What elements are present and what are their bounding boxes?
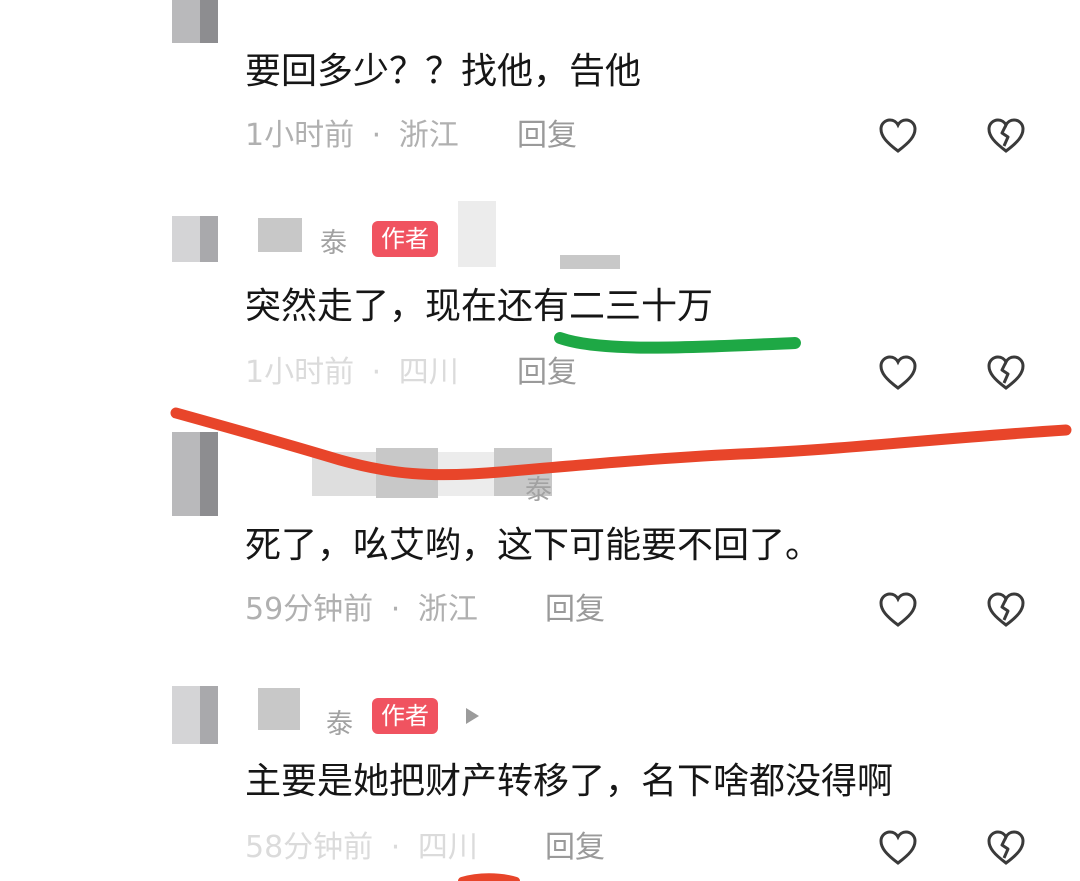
comment-text: 要回多少？？找他，告他: [245, 51, 642, 92]
username-redaction: [438, 452, 494, 496]
reply-button[interactable]: 回复: [517, 353, 577, 393]
username-redaction: [376, 448, 438, 498]
comment-text: 死了，吆艾哟，这下可能要不回了。: [245, 525, 822, 566]
reply-button[interactable]: 回复: [545, 828, 605, 868]
dislike-button[interactable]: [986, 590, 1026, 630]
comment-text: 主要是她把财产转移了，名下啥都没得啊: [245, 761, 894, 802]
broken-heart-icon: [987, 592, 1025, 627]
avatar[interactable]: [172, 432, 218, 516]
comment-item: 泰 作者 主要是她把财产转移了，名下啥都没得啊 58分钟前 · 四川 回复: [0, 670, 1080, 881]
comment-meta: 58分钟前 · 四川: [245, 828, 478, 868]
play-triangle-icon: [466, 708, 479, 724]
comment-location: 四川: [398, 355, 459, 390]
meta-separator: ·: [371, 355, 382, 390]
username-redaction: [312, 452, 376, 496]
username-redaction: [258, 218, 302, 252]
comment-meta: 59分钟前 · 浙江 回复: [245, 590, 605, 630]
broken-heart-icon: [987, 355, 1025, 390]
comment-location: 浙江: [417, 592, 478, 627]
avatar[interactable]: [172, 216, 218, 262]
comment-meta: 1小时前 · 浙江 回复: [245, 116, 577, 156]
heart-outline-icon: [879, 830, 917, 865]
dislike-button[interactable]: [986, 828, 1026, 868]
comment-text: 突然走了，现在还有二三十万: [245, 286, 714, 327]
dislike-button[interactable]: [986, 353, 1026, 393]
heart-outline-icon: [879, 118, 917, 153]
comment-item: 要回多少？？找他，告他 1小时前 · 浙江 回复: [0, 0, 1080, 175]
comment-location: 浙江: [398, 118, 459, 153]
avatar[interactable]: [172, 686, 218, 744]
like-button[interactable]: [878, 828, 918, 868]
meta-separator: ·: [371, 118, 382, 153]
avatar[interactable]: [172, 0, 218, 43]
comment-item: 泰 作者 突然走了，现在还有二三十万 1小时前 · 四川 回复: [0, 195, 1080, 415]
meta-separator: ·: [390, 830, 401, 865]
reply-button[interactable]: 回复: [517, 116, 577, 156]
like-button[interactable]: [878, 590, 918, 630]
username-redaction: [258, 688, 300, 730]
comment-item: 泰 死了，吆艾哟，这下可能要不回了。 59分钟前 · 浙江 回复: [0, 430, 1080, 660]
comment-time: 1小时前: [245, 355, 355, 390]
comment-time: 59分钟前: [245, 592, 374, 627]
reply-button[interactable]: 回复: [545, 590, 605, 630]
comment-time: 1小时前: [245, 118, 355, 153]
author-badge: 作者: [372, 698, 438, 734]
author-badge: 作者: [372, 221, 438, 257]
comment-location: 四川: [417, 830, 478, 865]
like-button[interactable]: [878, 353, 918, 393]
meta-separator: ·: [390, 592, 401, 627]
username[interactable]: 泰: [320, 221, 347, 260]
heart-outline-icon: [879, 592, 917, 627]
comment-meta: 1小时前 · 四川: [245, 353, 459, 393]
username-redaction: [458, 201, 496, 267]
heart-outline-icon: [879, 355, 917, 390]
dislike-button[interactable]: [986, 116, 1026, 156]
broken-heart-icon: [987, 118, 1025, 153]
username-redaction: [560, 255, 620, 269]
username[interactable]: 泰: [326, 702, 353, 741]
comment-time: 58分钟前: [245, 830, 374, 865]
broken-heart-icon: [987, 830, 1025, 865]
username[interactable]: 泰: [525, 468, 552, 507]
like-button[interactable]: [878, 116, 918, 156]
